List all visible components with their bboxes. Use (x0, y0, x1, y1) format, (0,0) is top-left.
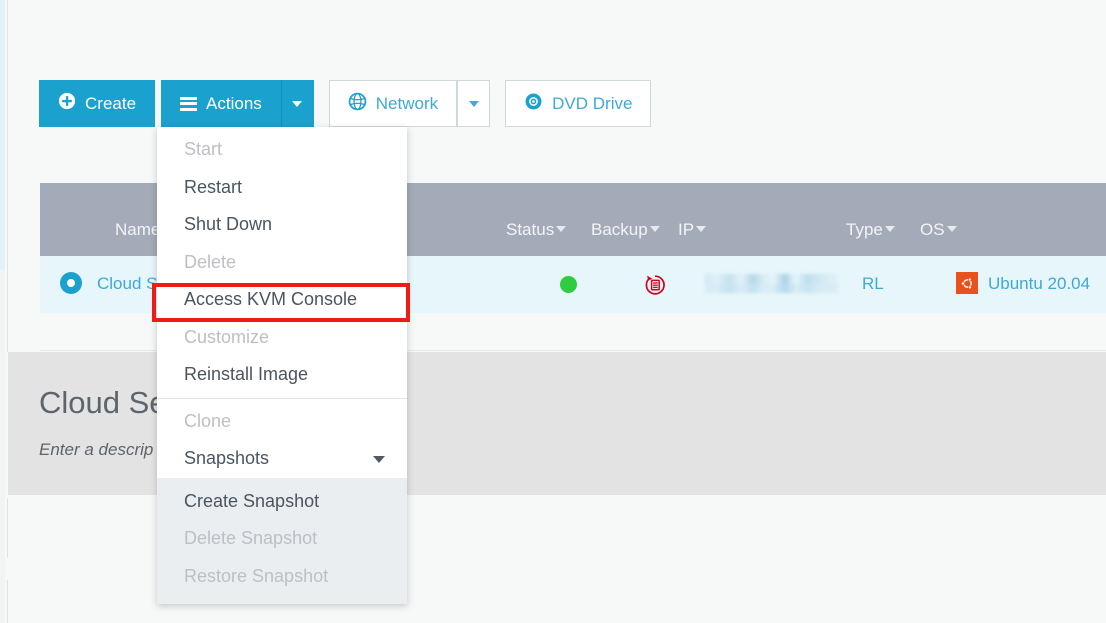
menu-item-shut-down[interactable]: Shut Down (157, 206, 407, 244)
disc-icon (524, 92, 543, 116)
menu-item-restart[interactable]: Restart (157, 169, 407, 207)
sort-caret-icon (696, 226, 707, 232)
actions-dropdown-toggle[interactable] (280, 80, 314, 127)
menu-item-snapshots-label: Snapshots (184, 448, 270, 468)
sort-caret-icon (556, 226, 567, 232)
column-header-os[interactable]: OS (920, 220, 957, 240)
servers-page: Servers Name Status Backup IP Type OS Cl… (0, 0, 1106, 623)
column-header-ip[interactable]: IP (678, 220, 707, 240)
menu-item-delete-snapshot: Delete Snapshot (184, 528, 318, 548)
row-os[interactable]: Ubuntu 20.04 (988, 274, 1090, 294)
network-button-label: Network (375, 93, 439, 113)
dvd-drive-button-label: DVD Drive (552, 93, 633, 113)
menu-item-reinstall-image[interactable]: Reinstall Image (157, 356, 407, 394)
sort-caret-icon (946, 226, 957, 232)
left-vertical-rule-2 (7, 498, 8, 558)
menu-item-create-snapshot[interactable]: Create Snapshot (157, 483, 407, 521)
create-button[interactable]: Create (39, 80, 156, 127)
backup-restore-icon[interactable] (643, 273, 667, 297)
column-header-status[interactable]: Status (506, 220, 567, 240)
menu-item-snapshots[interactable]: Snapshots (157, 440, 407, 478)
menu-item-delete: Delete (184, 251, 237, 272)
menu-item-clone: Clone (184, 410, 232, 431)
actions-button[interactable]: Actions (161, 80, 281, 127)
left-edge-strip-lower (0, 270, 5, 623)
chevron-down-icon (373, 456, 385, 463)
sort-caret-icon (884, 226, 895, 232)
row-type: RL (862, 274, 884, 293)
row-ip-redacted (705, 274, 838, 293)
column-header-type[interactable]: Type (846, 220, 895, 240)
plus-circle-icon (58, 92, 76, 115)
menu-divider (157, 397, 407, 399)
menu-item-customize: Customize (184, 326, 270, 347)
caret-down-icon (292, 100, 303, 107)
row-select-radio[interactable] (60, 272, 82, 294)
dvd-drive-button[interactable]: DVD Drive (505, 80, 652, 127)
network-button[interactable]: Network (328, 80, 458, 127)
left-vertical-rule-3 (7, 580, 8, 623)
actions-button-label: Actions (206, 93, 262, 113)
sort-caret-icon (649, 226, 660, 232)
toolbar: Create Actions Network DVD Drive (39, 80, 652, 127)
menu-item-access-kvm-console[interactable]: Access KVM Console (157, 281, 407, 319)
ubuntu-logo-icon (956, 272, 978, 294)
network-dropdown-toggle[interactable] (457, 80, 491, 127)
green-status-dot (560, 276, 577, 293)
detail-description-placeholder[interactable]: Enter a descrip (39, 440, 153, 460)
menu-item-start: Start (184, 139, 223, 159)
column-header-backup[interactable]: Backup (591, 220, 660, 240)
actions-dropdown-menu: Start Restart Shut Down Delete Access KV… (157, 127, 407, 604)
snapshots-submenu: Create Snapshot Delete Snapshot Restore … (157, 477, 407, 604)
create-button-label: Create (85, 93, 137, 113)
detail-title: Cloud Se (39, 385, 167, 420)
caret-down-icon (468, 100, 479, 107)
menu-item-restore-snapshot: Restore Snapshot (184, 565, 329, 586)
network-globe-icon (348, 92, 367, 116)
list-icon (180, 96, 198, 111)
left-edge-strip (0, 0, 5, 270)
